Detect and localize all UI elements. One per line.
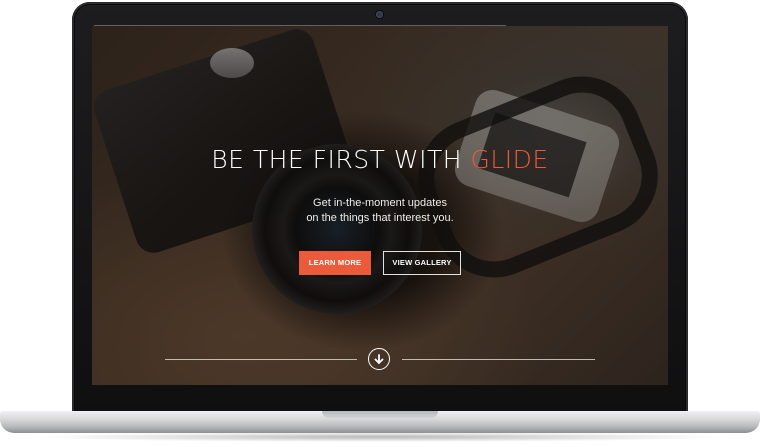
hero-title-accent: GLIDE (470, 145, 549, 174)
scroll-down-button[interactable] (368, 348, 390, 370)
webcam-icon (376, 11, 383, 18)
hero-title: BE THE FIRST WITH GLIDE (92, 145, 668, 174)
scroll-divider-right (402, 359, 595, 360)
hero-subtitle: Get in-the-moment updates on the things … (92, 196, 668, 226)
laptop-base-notch (322, 411, 438, 418)
learn-more-button[interactable]: LEARN MORE (299, 251, 371, 275)
laptop-mockup: BE THE FIRST WITH GLIDE Get in-the-momen… (0, 0, 760, 447)
arrow-down-circle-icon (374, 353, 384, 364)
view-gallery-button[interactable]: VIEW GALLERY (383, 251, 461, 275)
laptop-shadow (30, 432, 730, 442)
hero-subtitle-line-1: Get in-the-moment updates (313, 197, 447, 209)
scroll-divider-left (165, 359, 357, 360)
hero-subtitle-line-2: on the things that interest you. (306, 212, 454, 224)
hero-title-text: BE THE FIRST WITH (211, 145, 471, 174)
screen: BE THE FIRST WITH GLIDE Get in-the-momen… (92, 26, 668, 385)
